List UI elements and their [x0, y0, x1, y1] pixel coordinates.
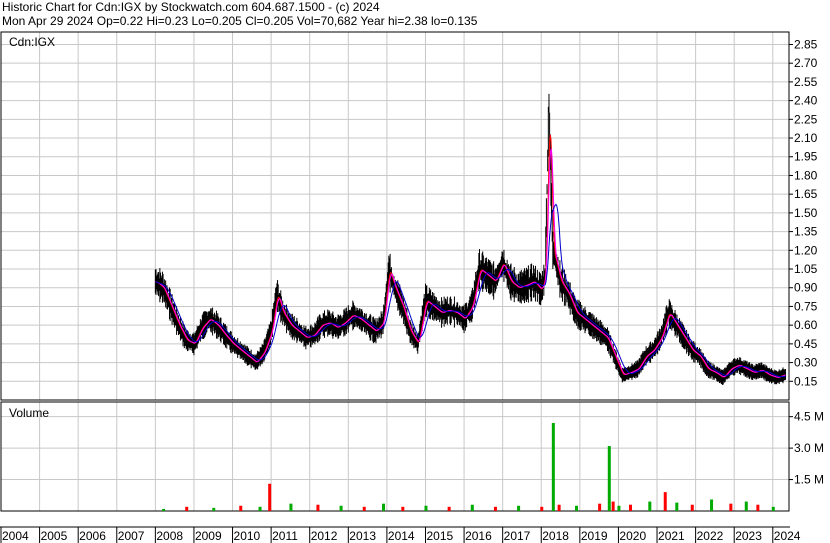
time-tick-label: 2016	[465, 529, 492, 543]
time-tick-label: 2022	[697, 529, 724, 543]
price-tick-label: 0.90	[794, 281, 818, 295]
price-tick-label: 0.15	[794, 374, 818, 388]
time-tick-label: 2021	[658, 529, 685, 543]
volume-bar	[382, 503, 386, 511]
price-tick-label: 1.20	[794, 243, 818, 257]
price-tick-label: 0.45	[794, 337, 818, 351]
volume-bar	[493, 506, 497, 511]
price-tick-label: 0.60	[794, 318, 818, 332]
time-tick-label: 2008	[156, 529, 183, 543]
price-tick-label: 1.50	[794, 206, 818, 220]
time-axis: 2004 2005 2006 2007 2008 2009 2010 2011 2012 2013…	[0, 526, 801, 543]
volume-bar	[401, 506, 405, 511]
time-tick-label: 2014	[388, 529, 415, 543]
volume-bar	[162, 508, 166, 511]
time-tick-label: 2005	[41, 529, 68, 543]
time-tick-label: 2009	[195, 529, 222, 543]
volume-bar	[258, 506, 262, 511]
volume-bar	[690, 504, 694, 511]
volume-bar	[756, 504, 760, 511]
volume-tick-label: 4.5 M	[794, 410, 824, 424]
price-axis: 2.85 2.70 2.55 2.40 2.25 2.10 1.95 1.80 1.65 1.50…	[789, 37, 818, 388]
volume-bar	[316, 504, 320, 511]
chart-stage: Historic Chart for Cdn:IGX by Stockwatch…	[0, 0, 830, 543]
volume-bar	[212, 507, 216, 511]
time-tick-label: 2017	[504, 529, 531, 543]
price-tick-label: 1.35	[794, 225, 818, 239]
price-panel-frame	[0, 31, 790, 401]
price-tick-label: 2.70	[794, 56, 818, 70]
volume-bar	[339, 505, 343, 511]
volume-bar	[744, 501, 748, 511]
volume-bar	[362, 506, 366, 511]
price-panel-label: Cdn:IGX	[9, 35, 55, 49]
time-tick-label: 2024	[774, 529, 801, 543]
volume-bar	[675, 502, 679, 511]
grid	[0, 32, 789, 511]
volume-bar	[617, 505, 621, 511]
volume-bar	[447, 506, 451, 511]
time-tick-label: 2007	[118, 529, 145, 543]
price-tick-label: 1.80	[794, 168, 818, 182]
volume-bar	[771, 506, 775, 511]
volume-bar	[551, 422, 555, 511]
time-tick-label: 2006	[79, 529, 106, 543]
time-tick-label: 2019	[581, 529, 608, 543]
volume-bar	[710, 499, 714, 511]
volume-bar	[629, 504, 633, 511]
time-tick-label: 2010	[234, 529, 261, 543]
volume-bar	[470, 504, 474, 511]
volume-bar	[607, 446, 611, 511]
stock-chart: Cdn:IGX Volume 2.85 2.70 2.55 2.40 2.25 2.10 1…	[0, 31, 824, 543]
time-tick-label: 2015	[426, 529, 453, 543]
time-tick-label: 2004	[2, 529, 29, 543]
volume-bar	[574, 505, 578, 511]
price-tick-label: 0.30	[794, 356, 818, 370]
price-tick-label: 0.75	[794, 299, 818, 313]
volume-bar	[598, 503, 602, 511]
price-tick-label: 2.25	[794, 112, 818, 126]
time-tick-label: 2012	[311, 529, 338, 543]
price-tick-label: 1.95	[794, 150, 818, 164]
volume-tick-label: 1.5 M	[794, 473, 824, 487]
volume-bar	[517, 505, 521, 511]
time-tick-label: 2018	[542, 529, 569, 543]
price-tick-label: 1.65	[794, 187, 818, 201]
volume-bar	[239, 505, 243, 511]
volume-bar	[289, 503, 293, 511]
price-tick-label: 2.55	[794, 75, 818, 89]
volume-bar	[185, 506, 189, 511]
time-tick-label: 2013	[349, 529, 376, 543]
price-tick-label: 2.10	[794, 131, 818, 145]
volume-panel-frame	[0, 401, 790, 512]
volume-bar	[424, 505, 428, 511]
volume-bar	[611, 501, 615, 511]
price-tick-label: 2.85	[794, 37, 818, 51]
volume-bar	[557, 504, 561, 511]
time-tick-label: 2011	[272, 529, 298, 543]
volume-bar	[540, 506, 544, 511]
volume-bar	[729, 503, 733, 511]
volume-tick-label: 3.0 M	[794, 441, 824, 455]
volume-axis: 4.5 M 3.0 M 1.5 M	[789, 410, 824, 487]
price-tick-label: 1.05	[794, 262, 818, 276]
price-series	[154, 93, 787, 386]
volume-bar	[663, 492, 667, 511]
volume-bar	[648, 501, 652, 511]
volume-bars	[162, 422, 775, 511]
price-tick-label: 2.40	[794, 94, 818, 108]
volume-bar	[268, 483, 272, 511]
volume-panel-label: Volume	[9, 406, 49, 420]
time-tick-label: 2020	[619, 529, 646, 543]
time-tick-label: 2023	[735, 529, 762, 543]
